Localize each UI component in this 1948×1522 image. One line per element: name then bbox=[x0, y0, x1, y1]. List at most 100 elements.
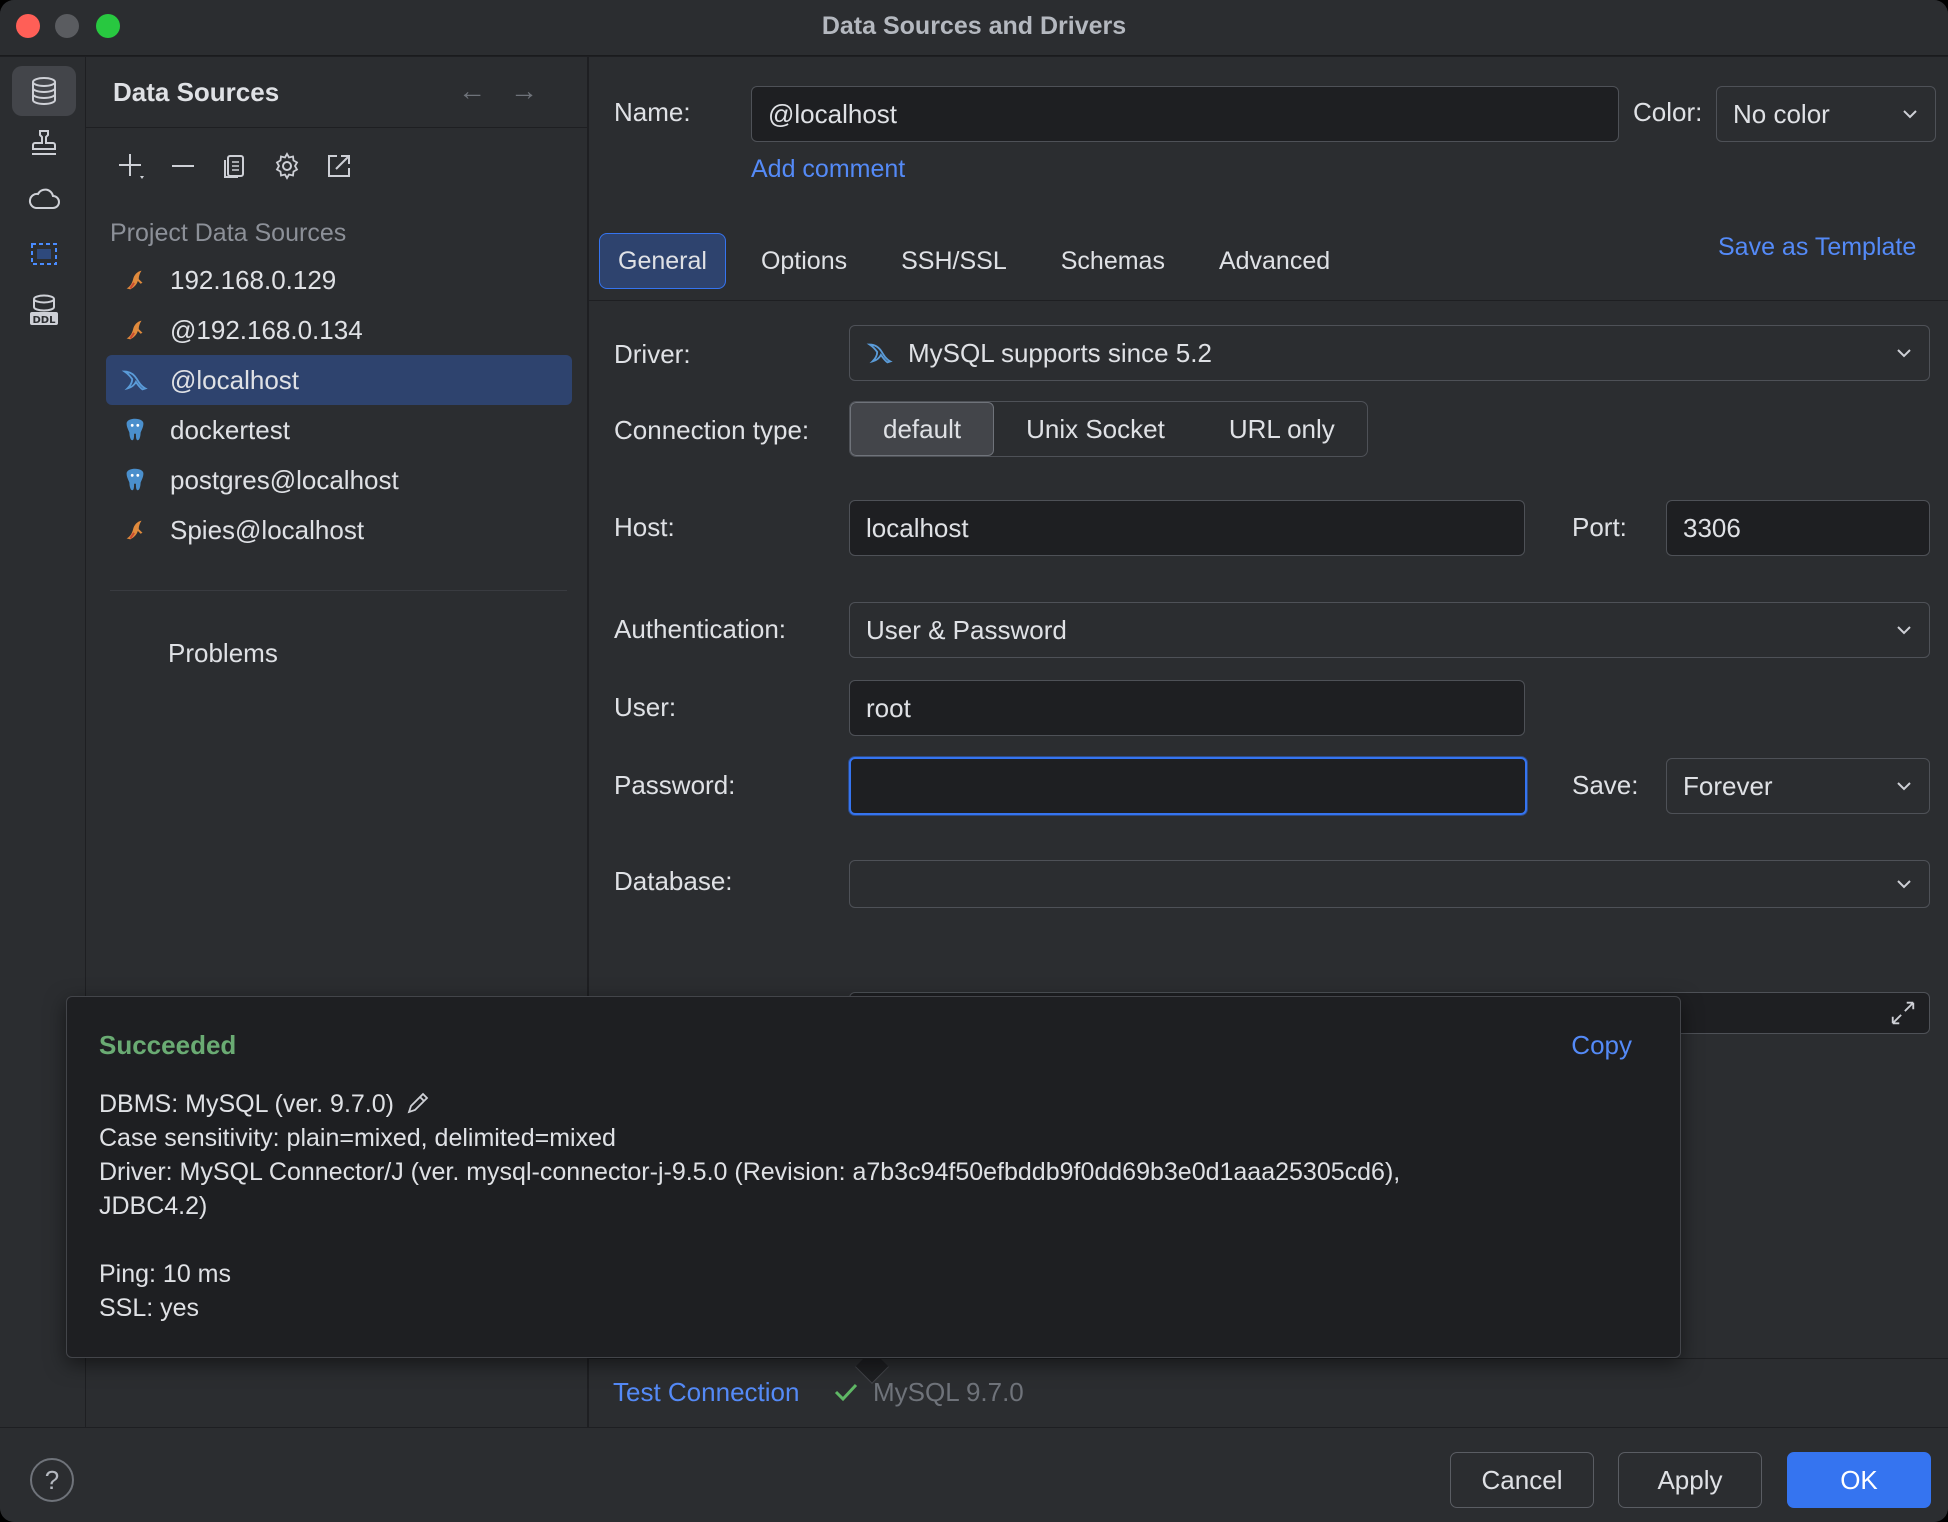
host-input[interactable]: localhost bbox=[849, 500, 1525, 556]
data-source-item[interactable]: postgres@localhost bbox=[106, 455, 572, 505]
data-source-label: Spies@localhost bbox=[170, 514, 365, 545]
add-comment-link[interactable]: Add comment bbox=[751, 155, 905, 184]
dialog-window: Data Sources and Drivers DDL Data Source… bbox=[0, 0, 1948, 1522]
connection-type-label: Connection type: bbox=[614, 415, 810, 445]
open-external-button[interactable] bbox=[322, 149, 356, 183]
mysql-icon bbox=[120, 315, 150, 345]
data-source-item-selected[interactable]: @localhost bbox=[106, 355, 572, 405]
tab-advanced[interactable]: Advanced bbox=[1200, 233, 1349, 289]
save-password-select[interactable]: Forever bbox=[1666, 758, 1930, 814]
list-separator bbox=[110, 590, 567, 591]
chevron-down-icon bbox=[1897, 880, 1911, 889]
gear-icon bbox=[275, 152, 299, 180]
connection-type-default[interactable]: default bbox=[850, 402, 995, 456]
connection-type-segmented: default Unix Socket URL only bbox=[849, 401, 1368, 457]
expand-icon[interactable] bbox=[1889, 999, 1917, 1027]
user-label: User: bbox=[614, 692, 677, 722]
apply-button[interactable]: Apply bbox=[1618, 1452, 1762, 1508]
add-data-source-button[interactable] bbox=[114, 149, 148, 183]
test-result-popup: Succeeded Copy DBMS: MySQL (ver. 9.7.0) … bbox=[66, 996, 1681, 1358]
schema-select-icon bbox=[31, 243, 57, 265]
postgres-icon bbox=[120, 415, 150, 445]
panel-toolbar bbox=[114, 149, 356, 183]
minus-icon bbox=[172, 165, 194, 167]
remove-data-source-button[interactable] bbox=[166, 149, 200, 183]
external-link-icon bbox=[328, 155, 350, 177]
user-input[interactable]: root bbox=[849, 680, 1525, 736]
help-button[interactable]: ? bbox=[30, 1458, 74, 1502]
problems-item[interactable]: Problems bbox=[168, 638, 278, 669]
tab-options[interactable]: Options bbox=[742, 233, 866, 289]
data-source-item[interactable]: 192.168.0.129 bbox=[106, 255, 572, 305]
chevron-down-icon bbox=[1897, 782, 1911, 791]
authentication-select[interactable]: User & Password bbox=[849, 602, 1930, 658]
settings-button[interactable] bbox=[270, 149, 304, 183]
tab-bar: General Options SSH/SSL Schemas Advanced bbox=[599, 233, 1365, 289]
chevron-down-icon bbox=[1897, 349, 1911, 358]
cloud-icon bbox=[28, 188, 60, 209]
result-dbms: DBMS: MySQL (ver. 9.7.0) bbox=[99, 1090, 394, 1118]
ok-button[interactable]: OK bbox=[1787, 1452, 1931, 1508]
drivers-category-button[interactable] bbox=[12, 119, 76, 169]
ddl-category-button[interactable]: DDL bbox=[12, 285, 76, 335]
tab-schemas[interactable]: Schemas bbox=[1042, 233, 1184, 289]
connection-type-url-only[interactable]: URL only bbox=[1197, 402, 1367, 456]
mysql-icon bbox=[120, 265, 150, 295]
data-source-item[interactable]: Spies@localhost bbox=[106, 505, 572, 555]
plus-icon bbox=[119, 154, 144, 179]
test-connection-link[interactable]: Test Connection bbox=[613, 1377, 799, 1408]
result-ping: Ping: 10 ms bbox=[99, 1260, 232, 1288]
mysql-icon bbox=[120, 515, 150, 545]
name-input[interactable]: @localhost bbox=[751, 86, 1619, 142]
cancel-button[interactable]: Cancel bbox=[1450, 1452, 1594, 1508]
test-bar-divider bbox=[589, 1358, 1948, 1359]
panel-divider bbox=[86, 127, 587, 128]
name-label: Name: bbox=[614, 97, 691, 127]
result-spacer bbox=[99, 1223, 1659, 1257]
result-case-sensitivity: Case sensitivity: plain=mixed, delimited… bbox=[99, 1124, 616, 1152]
result-driver-line-2: JDBC4.2) bbox=[99, 1192, 208, 1220]
result-dbms-row: DBMS: MySQL (ver. 9.7.0) bbox=[99, 1087, 1659, 1121]
data-sources-category-button[interactable] bbox=[12, 66, 76, 116]
window-title: Data Sources and Drivers bbox=[821, 12, 1127, 40]
test-connection-version: MySQL 9.7.0 bbox=[873, 1377, 1024, 1407]
tab-underline bbox=[589, 300, 1948, 301]
data-source-label: postgres@localhost bbox=[170, 464, 399, 495]
result-details: DBMS: MySQL (ver. 9.7.0) Case sensitivit… bbox=[99, 1087, 1659, 1325]
chevron-down-icon bbox=[1897, 626, 1911, 635]
database-select[interactable] bbox=[849, 860, 1930, 908]
cloud-category-button[interactable] bbox=[12, 174, 76, 224]
copy-link[interactable]: Copy bbox=[1571, 1030, 1632, 1061]
password-input[interactable] bbox=[849, 757, 1527, 815]
data-source-list: 192.168.0.129 @192.168.0.134 @localhost … bbox=[106, 255, 572, 555]
mysql-dolphin-icon bbox=[120, 365, 150, 395]
result-status: Succeeded bbox=[99, 1030, 237, 1060]
save-as-template-link[interactable]: Save as Template bbox=[1718, 233, 1916, 262]
back-arrow-icon[interactable]: ← bbox=[458, 75, 486, 107]
dialog-footer: ? Cancel Apply OK bbox=[0, 1427, 1948, 1522]
database-icon bbox=[32, 77, 56, 106]
port-label: Port: bbox=[1572, 512, 1627, 542]
color-label: Color: bbox=[1633, 97, 1703, 127]
data-source-label: @192.168.0.134 bbox=[170, 314, 363, 345]
checkmark-icon bbox=[834, 1383, 858, 1402]
tab-ssh-ssl[interactable]: SSH/SSL bbox=[882, 233, 1026, 289]
authentication-label: Authentication: bbox=[614, 614, 787, 644]
pencil-icon[interactable] bbox=[405, 1090, 431, 1116]
postgres-icon bbox=[120, 465, 150, 495]
color-select-value: No color bbox=[1733, 98, 1830, 129]
color-select[interactable]: No color bbox=[1716, 86, 1936, 142]
port-input[interactable]: 3306 bbox=[1666, 500, 1930, 556]
connection-type-unix-socket[interactable]: Unix Socket bbox=[994, 402, 1197, 456]
duplicate-button[interactable] bbox=[218, 149, 252, 183]
driver-stamp-icon bbox=[32, 130, 56, 155]
data-source-label: @localhost bbox=[170, 364, 300, 395]
driver-select[interactable]: MySQL supports since 5.2 bbox=[849, 325, 1930, 381]
title-bar: Data Sources and Drivers bbox=[0, 0, 1948, 56]
schema-category-button[interactable] bbox=[12, 229, 76, 279]
data-source-item[interactable]: @192.168.0.134 bbox=[106, 305, 572, 355]
data-source-item[interactable]: dockertest bbox=[106, 405, 572, 455]
forward-arrow-icon[interactable]: → bbox=[510, 75, 538, 107]
driver-label: Driver: bbox=[614, 339, 691, 369]
tab-general[interactable]: General bbox=[599, 233, 726, 289]
